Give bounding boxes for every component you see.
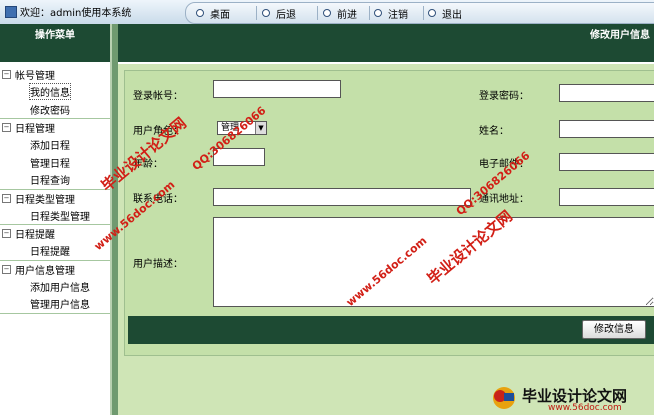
divider (0, 62, 110, 64)
collapse-icon[interactable]: − (2, 123, 11, 132)
name-input[interactable] (559, 120, 654, 138)
menu-group-account[interactable]: − 帐号管理 (0, 66, 110, 83)
sidebar-title: 操作菜单 (0, 24, 110, 62)
nav-label: 注销 (388, 9, 408, 21)
main-content: 登录帐号： 登录密码： 用户角色： 管理 ▼ 姓名： 年龄： 电子邮件： 联系电… (118, 64, 654, 415)
radio-icon (374, 9, 382, 17)
nav-bar: 桌面 后退 前进 注销 退出 (185, 2, 654, 24)
top-bar: 欢迎：admin使用本系统 桌面 后退 前进 注销 退出 (0, 0, 654, 25)
radio-icon (196, 9, 204, 17)
update-info-button[interactable]: 修改信息 (582, 320, 646, 339)
email-input[interactable] (559, 153, 654, 171)
user-role-value: 管理 (221, 123, 240, 133)
menu-item-query-schedule[interactable]: 日程查询 (0, 171, 110, 189)
sidebar: 操作菜单 − 帐号管理 我的信息 修改密码 − 日程管理 添加日程 管理日程 日程查… (0, 24, 110, 415)
menu-item-manage-schedule[interactable]: 管理日程 (0, 154, 110, 172)
nav-divider (369, 6, 370, 20)
nav-divider (256, 6, 257, 20)
nav-divider (317, 6, 318, 20)
menu-item-my-info[interactable]: 我的信息 (0, 83, 110, 101)
nav-label: 桌面 (210, 9, 230, 21)
user-form: 登录帐号： 登录密码： 用户角色： 管理 ▼ 姓名： 年龄： 电子邮件： 联系电… (124, 70, 654, 356)
radio-icon (323, 9, 331, 17)
age-label: 年龄： (133, 159, 163, 170)
name-label: 姓名： (479, 126, 509, 137)
menu-item-label: 添加用户信息 (30, 282, 90, 294)
menu-item-change-password[interactable]: 修改密码 (0, 101, 110, 119)
menu-item-label: 管理日程 (30, 158, 70, 170)
age-input[interactable] (213, 148, 265, 166)
menu-item-manage-user[interactable]: 管理用户信息 (0, 295, 110, 313)
frame-splitter[interactable] (110, 24, 118, 415)
divider (0, 312, 110, 315)
menu-item-schedule-type[interactable]: 日程类型管理 (0, 207, 110, 225)
nav-label: 退出 (442, 9, 462, 21)
collapse-icon[interactable]: − (2, 264, 11, 274)
menu-group-label: 日程提醒 (15, 230, 55, 241)
menu-group-label: 日程管理 (15, 124, 55, 135)
page-title: 修改用户信息 (590, 30, 650, 41)
address-label: 通讯地址： (479, 194, 529, 205)
menu-item-label: 日程查询 (30, 176, 70, 188)
nav-exit[interactable]: 退出 (428, 6, 462, 21)
menu-group-label: 日程类型管理 (15, 194, 75, 206)
menu-group-schedule[interactable]: − 日程管理 (0, 118, 110, 136)
radio-icon (428, 9, 436, 17)
nav-divider (423, 6, 424, 20)
logo-url: www.56doc.com (548, 403, 622, 413)
description-textarea[interactable] (213, 217, 654, 307)
user-role-select[interactable]: 管理 ▼ (217, 121, 267, 135)
login-password-label: 登录密码： (479, 91, 529, 102)
menu-item-add-user[interactable]: 添加用户信息 (0, 278, 110, 296)
main-header: 修改用户信息 (118, 24, 654, 62)
description-label: 用户描述： (133, 259, 183, 270)
nav-label: 前进 (337, 9, 357, 21)
site-logo: 毕业设计论文网 www.56doc.com (486, 383, 654, 415)
login-password-input[interactable] (559, 84, 654, 102)
login-account-label: 登录帐号： (133, 91, 183, 102)
nav-logout[interactable]: 注销 (374, 6, 408, 21)
collapse-icon[interactable]: − (2, 229, 11, 238)
menu-group-user-info[interactable]: − 用户信息管理 (0, 259, 110, 278)
collapse-icon[interactable]: − (2, 70, 11, 79)
menu-item-label: 我的信息 (29, 83, 71, 101)
menu-item-label: 修改密码 (30, 105, 70, 117)
phone-input[interactable] (213, 188, 471, 206)
nav-forward[interactable]: 前进 (323, 6, 357, 21)
menu-item-label: 日程类型管理 (30, 211, 90, 223)
menu-group-label: 用户信息管理 (15, 265, 75, 277)
logo-mark-icon (493, 387, 515, 409)
welcome-area: 欢迎：admin使用本系统 (0, 3, 185, 20)
menu-item-label: 添加日程 (30, 141, 70, 153)
menu-tree: − 帐号管理 我的信息 修改密码 − 日程管理 添加日程 管理日程 日程查询 − 日程… (0, 66, 110, 315)
nav-label: 后退 (276, 9, 296, 21)
collapse-icon[interactable]: − (2, 193, 11, 203)
app-icon (5, 5, 17, 18)
phone-label: 联系电话： (133, 194, 183, 205)
action-bar: 修改信息 (128, 316, 654, 344)
dropdown-arrow-icon[interactable]: ▼ (255, 122, 266, 134)
login-account-input[interactable] (213, 80, 341, 98)
radio-icon (262, 9, 270, 17)
menu-item-add-schedule[interactable]: 添加日程 (0, 136, 110, 154)
user-role-label: 用户角色： (133, 126, 183, 137)
address-input[interactable] (559, 188, 654, 206)
menu-item-reminder[interactable]: 日程提醒 (0, 242, 110, 260)
menu-item-label: 日程提醒 (30, 247, 70, 259)
menu-item-label: 管理用户信息 (30, 300, 90, 312)
nav-desktop[interactable]: 桌面 (196, 6, 230, 21)
email-label: 电子邮件： (479, 159, 529, 170)
nav-back[interactable]: 后退 (262, 6, 296, 21)
menu-group-label: 帐号管理 (15, 71, 55, 82)
menu-group-schedule-type[interactable]: − 日程类型管理 (0, 188, 110, 207)
menu-group-reminder[interactable]: − 日程提醒 (0, 224, 110, 242)
welcome-text: 欢迎：admin使用本系统 (20, 8, 132, 19)
